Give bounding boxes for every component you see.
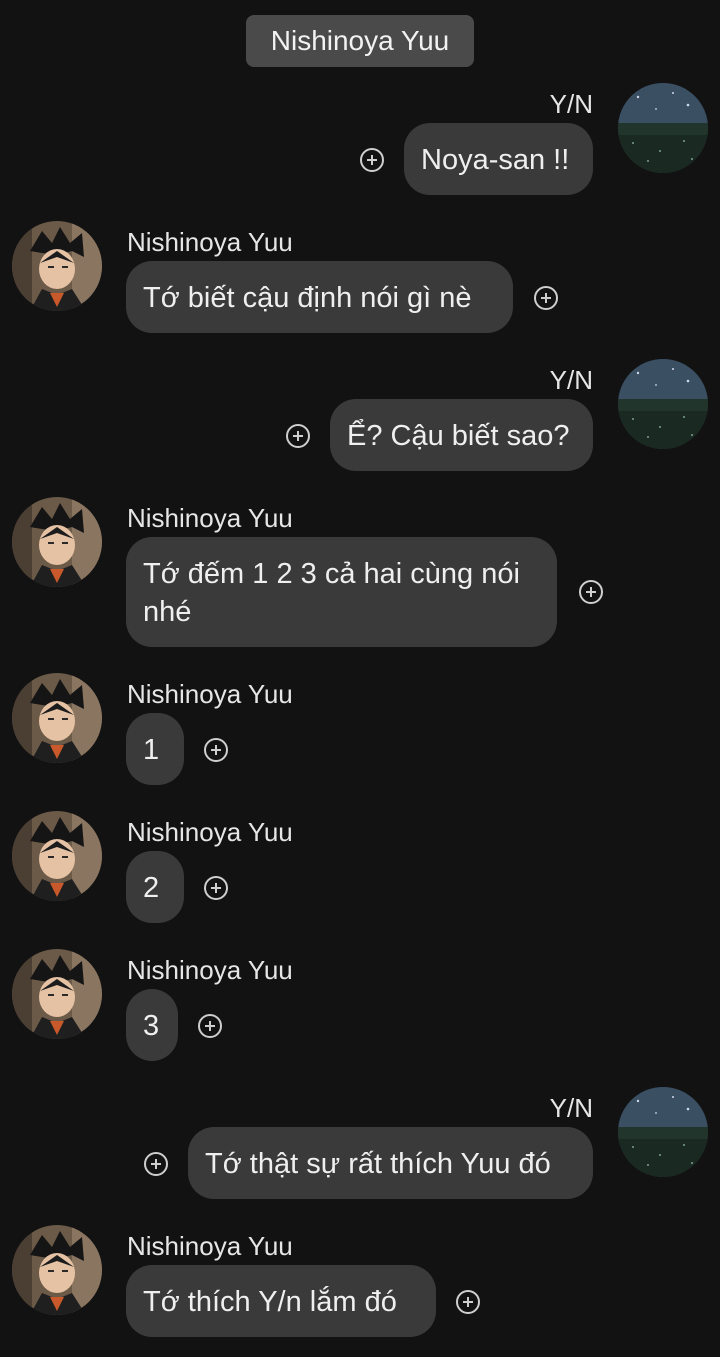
avatar[interactable] xyxy=(618,83,708,173)
avatar[interactable] xyxy=(618,1087,708,1177)
avatar[interactable] xyxy=(12,221,102,311)
sender-name: Y/N xyxy=(549,365,593,395)
message-bubble[interactable]: 2 xyxy=(126,851,184,923)
add-reaction-icon[interactable] xyxy=(456,1290,480,1314)
avatar[interactable] xyxy=(12,1225,102,1315)
sender-name: Nishinoya Yuu xyxy=(127,679,293,709)
add-reaction-icon[interactable] xyxy=(360,148,384,172)
add-reaction-icon[interactable] xyxy=(286,424,310,448)
message-bubble[interactable]: Ể? Cậu biết sao? xyxy=(330,399,593,471)
avatar[interactable] xyxy=(12,497,102,587)
add-reaction-icon[interactable] xyxy=(144,1152,168,1176)
avatar[interactable] xyxy=(12,949,102,1039)
message-bubble[interactable]: Tớ thật sự rất thích Yuu đó xyxy=(188,1127,593,1199)
sender-name: Y/N xyxy=(549,89,593,119)
add-reaction-icon[interactable] xyxy=(198,1014,222,1038)
add-reaction-icon[interactable] xyxy=(204,876,228,900)
sender-name: Nishinoya Yuu xyxy=(127,817,293,847)
sender-name: Nishinoya Yuu xyxy=(127,227,293,257)
sender-name: Nishinoya Yuu xyxy=(127,503,293,533)
message-bubble[interactable]: Tớ thích Y/n lắm đó xyxy=(126,1265,436,1337)
add-reaction-icon[interactable] xyxy=(534,286,558,310)
avatar[interactable] xyxy=(12,811,102,901)
add-reaction-icon[interactable] xyxy=(579,580,603,604)
avatar[interactable] xyxy=(12,673,102,763)
sender-name: Y/N xyxy=(549,1093,593,1123)
add-reaction-icon[interactable] xyxy=(204,738,228,762)
message-bubble[interactable]: 3 xyxy=(126,989,178,1061)
avatar[interactable] xyxy=(618,359,708,449)
message-bubble[interactable]: Noya-san !! xyxy=(404,123,593,195)
message-bubble[interactable]: Tớ biết cậu định nói gì nè xyxy=(126,261,513,333)
sender-name: Nishinoya Yuu xyxy=(127,1231,293,1261)
message-bubble[interactable]: 1 xyxy=(126,713,184,785)
sender-name: Nishinoya Yuu xyxy=(127,955,293,985)
chat-header-title: Nishinoya Yuu xyxy=(246,15,474,67)
message-bubble[interactable]: Tớ đếm 1 2 3 cả hai cùng nói nhé xyxy=(126,537,557,647)
